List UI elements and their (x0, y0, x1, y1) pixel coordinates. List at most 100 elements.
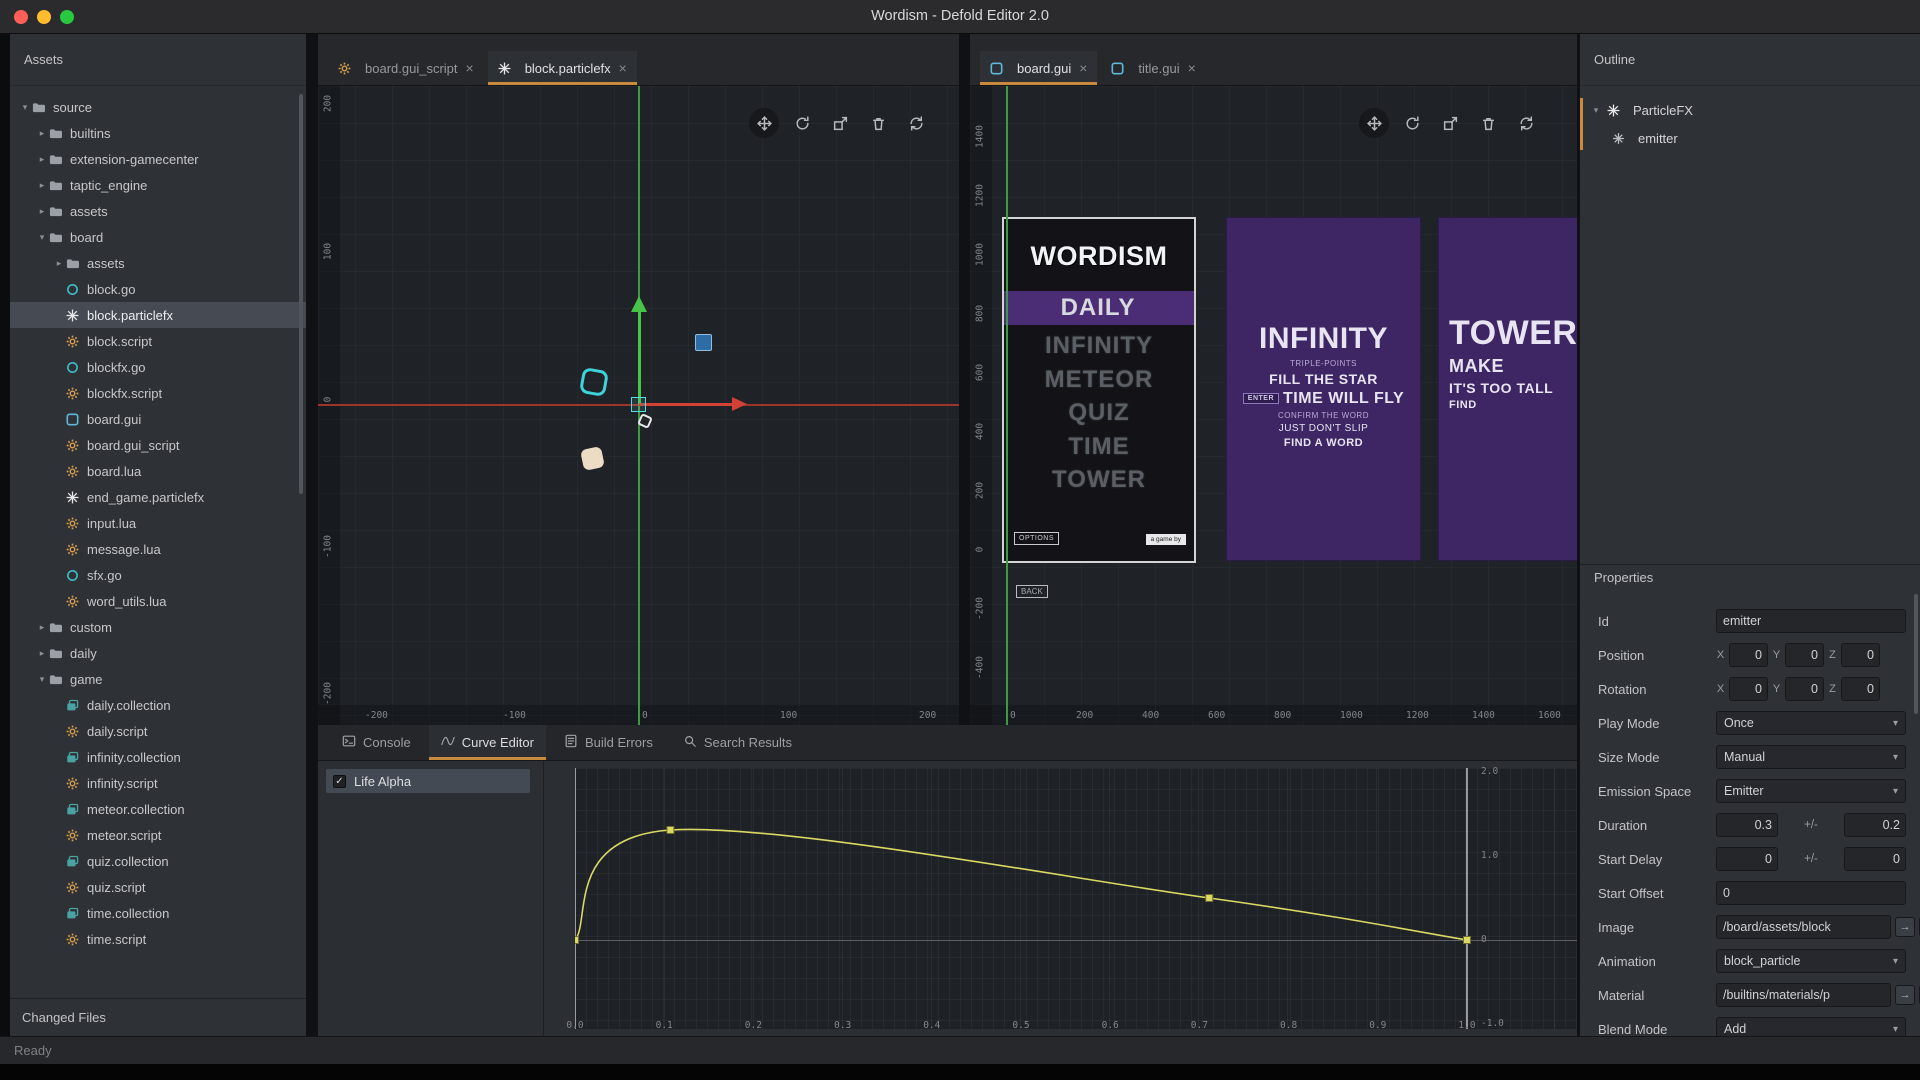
tree-item-assets[interactable]: ▸assets (10, 250, 306, 276)
tree-item-builtins[interactable]: ▸builtins (10, 120, 306, 146)
tree-item-end_game-particlefx[interactable]: end_game.particlefx (10, 484, 306, 510)
tree-collapsed-arrow-icon[interactable]: ▸ (35, 622, 49, 633)
tree-item-block-particlefx[interactable]: block.particlefx (10, 302, 306, 328)
curve-control-point[interactable] (1464, 937, 1471, 944)
property-input[interactable] (1716, 847, 1778, 871)
property-input[interactable] (1729, 677, 1768, 701)
life-alpha-curve[interactable] (575, 829, 1467, 940)
move-tool-button[interactable] (749, 108, 779, 138)
tree-item-source[interactable]: ▾source (10, 94, 306, 120)
curve-list-item[interactable]: ✓ Life Alpha (326, 769, 530, 793)
scene-canvas[interactable]: 2001000-100-200-200-1000100200 (318, 86, 959, 725)
tree-item-blockfx-go[interactable]: blockfx.go (10, 354, 306, 380)
property-input[interactable] (1841, 643, 1880, 667)
tree-item-time-collection[interactable]: time.collection (10, 900, 306, 926)
tree-item-meteor-script[interactable]: meteor.script (10, 822, 306, 848)
tree-item-sfx-go[interactable]: sfx.go (10, 562, 306, 588)
tree-item-game[interactable]: ▾game (10, 666, 306, 692)
property-input[interactable] (1785, 677, 1824, 701)
tree-item-word_utils-lua[interactable]: word_utils.lua (10, 588, 306, 614)
tree-item-daily-collection[interactable]: daily.collection (10, 692, 306, 718)
tree-item-extension-gamecenter[interactable]: ▸extension-gamecenter (10, 146, 306, 172)
gizmo-y-arrow[interactable] (631, 296, 647, 312)
curve-control-point[interactable] (667, 827, 674, 834)
tab-curve-editor[interactable]: Curve Editor (429, 725, 546, 760)
gui-screen-tower[interactable]: TOWERMAKEIT'S TOO TALLFIND (1438, 217, 1577, 561)
property-dropdown[interactable]: Manual▾ (1716, 745, 1906, 769)
tree-item-board-gui[interactable]: board.gui (10, 406, 306, 432)
close-button[interactable] (14, 10, 28, 24)
tree-collapsed-arrow-icon[interactable]: ▸ (52, 258, 66, 269)
property-input[interactable] (1785, 643, 1824, 667)
tree-item-board[interactable]: ▾board (10, 224, 306, 250)
tree-item-board-lua[interactable]: board.lua (10, 458, 306, 484)
outline-item-particlefx[interactable]: ▾ ParticleFX (1580, 96, 1920, 124)
property-input[interactable] (1716, 609, 1906, 633)
emitter-selection-box[interactable] (631, 397, 646, 412)
close-tab-icon[interactable]: × (466, 60, 474, 76)
zoom-button[interactable] (60, 10, 74, 24)
gui-canvas[interactable]: WORDISM DAILY INFINITYMETEORQUIZTIMETOWE… (970, 86, 1577, 725)
tab-search-results[interactable]: Search Results (671, 725, 804, 760)
tree-expanded-arrow-icon[interactable]: ▾ (35, 674, 49, 685)
gui-screen-infinity[interactable]: INFINITYTRIPLE-POINTSFILL THE STARENTERT… (1226, 217, 1421, 561)
tree-item-custom[interactable]: ▸custom (10, 614, 306, 640)
tree-item-meteor-collection[interactable]: meteor.collection (10, 796, 306, 822)
particle-blue-square[interactable] (695, 334, 712, 351)
open-resource-button[interactable]: → (1895, 985, 1915, 1005)
property-input[interactable] (1841, 677, 1880, 701)
open-resource-button[interactable]: → (1895, 917, 1915, 937)
tree-item-infinity-collection[interactable]: infinity.collection (10, 744, 306, 770)
reload-tool-button[interactable] (1511, 108, 1541, 138)
particle-tan-square[interactable] (580, 446, 605, 471)
minimize-button[interactable] (37, 10, 51, 24)
assets-scrollbar[interactable] (299, 94, 303, 494)
tab-build-errors[interactable]: Build Errors (552, 725, 665, 760)
property-input[interactable] (1716, 915, 1891, 939)
outline-item-emitter[interactable]: emitter (1580, 124, 1920, 152)
property-input[interactable] (1844, 813, 1906, 837)
tree-item-board-gui_script[interactable]: board.gui_script (10, 432, 306, 458)
tree-collapsed-arrow-icon[interactable]: ▸ (35, 128, 49, 139)
curve-plot-area[interactable]: 0.00.10.20.30.40.50.60.70.80.91.02.01.00… (575, 768, 1577, 1029)
tree-collapsed-arrow-icon[interactable]: ▸ (35, 180, 49, 191)
tab-board-gui[interactable]: board.gui× (980, 51, 1097, 85)
curve-control-point[interactable] (575, 937, 579, 944)
property-dropdown[interactable]: Emitter▾ (1716, 779, 1906, 803)
tree-item-quiz-script[interactable]: quiz.script (10, 874, 306, 900)
scale-tool-button[interactable] (825, 108, 855, 138)
tree-item-message-lua[interactable]: message.lua (10, 536, 306, 562)
tree-item-taptic_engine[interactable]: ▸taptic_engine (10, 172, 306, 198)
property-dropdown[interactable]: Once▾ (1716, 711, 1906, 735)
gizmo-y-segment[interactable] (638, 312, 641, 405)
tree-expanded-arrow-icon[interactable]: ▾ (1590, 105, 1602, 116)
gizmo-x-arrow[interactable] (732, 397, 747, 411)
tree-item-daily[interactable]: ▸daily (10, 640, 306, 666)
tree-item-block-go[interactable]: block.go (10, 276, 306, 302)
property-dropdown[interactable]: block_particle▾ (1716, 949, 1906, 973)
gui-screen-title[interactable]: WORDISM DAILY INFINITYMETEORQUIZTIMETOWE… (1002, 217, 1196, 563)
tree-collapsed-arrow-icon[interactable]: ▸ (35, 648, 49, 659)
gizmo-x-segment[interactable] (639, 403, 732, 406)
tree-item-assets[interactable]: ▸assets (10, 198, 306, 224)
close-tab-icon[interactable]: × (1188, 60, 1196, 76)
tree-item-input-lua[interactable]: input.lua (10, 510, 306, 536)
property-input[interactable] (1716, 813, 1778, 837)
tree-item-daily-script[interactable]: daily.script (10, 718, 306, 744)
tree-collapsed-arrow-icon[interactable]: ▸ (35, 154, 49, 165)
trash-tool-button[interactable] (1473, 108, 1503, 138)
tree-expanded-arrow-icon[interactable]: ▾ (18, 102, 32, 113)
properties-scrollbar[interactable] (1914, 594, 1918, 714)
tree-item-quiz-collection[interactable]: quiz.collection (10, 848, 306, 874)
reload-tool-button[interactable] (901, 108, 931, 138)
rotate-tool-button[interactable] (1397, 108, 1427, 138)
rotate-tool-button[interactable] (787, 108, 817, 138)
close-tab-icon[interactable]: × (1079, 60, 1087, 76)
tree-item-infinity-script[interactable]: infinity.script (10, 770, 306, 796)
tab-board-gui_script[interactable]: board.gui_script× (328, 51, 484, 85)
tree-expanded-arrow-icon[interactable]: ▾ (35, 232, 49, 243)
particle-cyan-square[interactable] (579, 367, 609, 397)
splitter-assets[interactable] (306, 34, 318, 1036)
splitter-center[interactable] (959, 34, 970, 725)
tab-console[interactable]: Console (330, 725, 423, 760)
